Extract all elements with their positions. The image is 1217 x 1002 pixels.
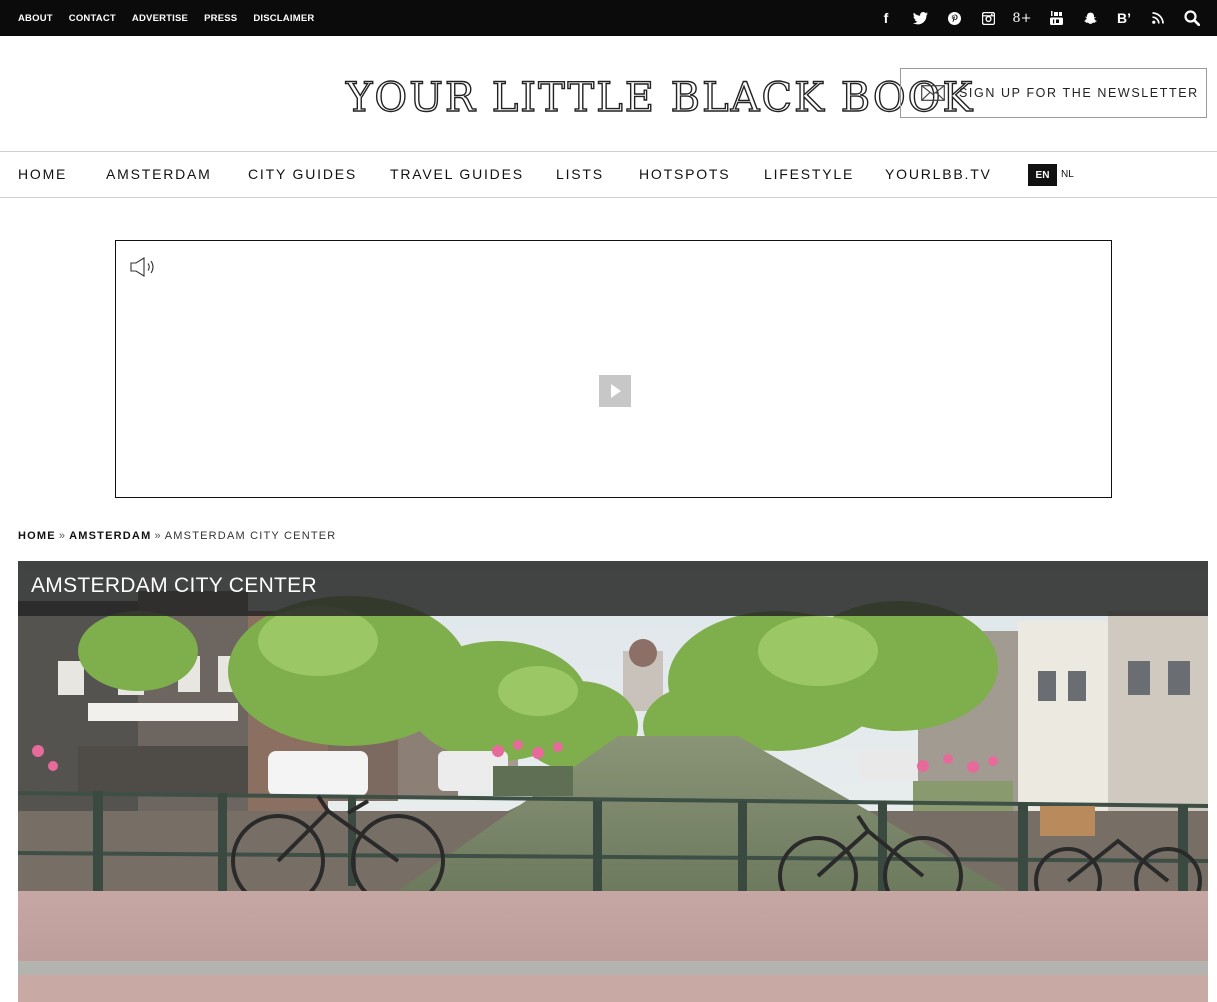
top-bar: ABOUT CONTACT ADVERTISE PRESS DISCLAIMER… [0, 0, 1217, 36]
breadcrumb: HOME» AMSTERDAM» AMSTERDAM CITY CENTER [18, 530, 336, 542]
language-en-button[interactable]: EN [1028, 164, 1057, 186]
instagram-icon[interactable] [971, 0, 1005, 36]
newsletter-button[interactable]: SIGN UP FOR THE NEWSLETTER [900, 68, 1207, 118]
nav-item-lifestyle[interactable]: LIFESTYLE [764, 152, 854, 197]
about-link[interactable]: ABOUT [18, 13, 53, 24]
twitter-icon[interactable] [903, 0, 937, 36]
pinterest-icon[interactable] [937, 0, 971, 36]
google-plus-glyph: 8+ [1012, 10, 1032, 26]
main-nav: HOME AMSTERDAM CITY GUIDES TRAVEL GUIDES… [0, 151, 1217, 198]
site-logo[interactable]: YOUR LITTLE BLACK BOOK [345, 75, 973, 120]
envelope-icon [921, 85, 945, 101]
nav-item-yourlbb-tv[interactable]: YOURLBB.TV [885, 152, 992, 197]
nav-item-hotspots[interactable]: HOTSPOTS [639, 152, 730, 197]
breadcrumb-amsterdam[interactable]: AMSTERDAM [69, 530, 151, 542]
nav-item-travel-guides[interactable]: TRAVEL GUIDES [390, 152, 524, 197]
nav-item-city-guides[interactable]: CITY GUIDES [248, 152, 357, 197]
language-nl-link[interactable]: NL [1061, 164, 1074, 186]
breadcrumb-home[interactable]: HOME [18, 530, 56, 542]
play-button[interactable] [599, 375, 631, 407]
contact-link[interactable]: CONTACT [69, 13, 116, 24]
disclaimer-link[interactable]: DISCLAIMER [253, 13, 314, 24]
page-title: AMSTERDAM CITY CENTER [31, 574, 317, 597]
nav-item-home[interactable]: HOME [18, 152, 67, 197]
breadcrumb-current: AMSTERDAM CITY CENTER [164, 530, 337, 542]
video-player[interactable] [115, 240, 1112, 498]
breadcrumb-separator: » [154, 530, 162, 542]
snapchat-icon[interactable] [1073, 0, 1107, 36]
bloglovin-glyph: B’ [1117, 10, 1131, 26]
google-plus-icon[interactable]: 8+ [1005, 0, 1039, 36]
rss-icon[interactable] [1141, 0, 1175, 36]
facebook-icon[interactable]: f [869, 0, 903, 36]
youtube-icon[interactable] [1039, 0, 1073, 36]
hero-image: AMSTERDAM CITY CENTER [18, 561, 1208, 1002]
breadcrumb-separator: » [58, 530, 67, 542]
top-links: ABOUT CONTACT ADVERTISE PRESS DISCLAIMER [18, 0, 330, 36]
nav-item-lists[interactable]: LISTS [556, 152, 604, 197]
nav-item-amsterdam[interactable]: AMSTERDAM [106, 152, 212, 197]
canal-photo [18, 561, 1208, 1002]
press-link[interactable]: PRESS [204, 13, 237, 24]
bloglovin-icon[interactable]: B’ [1107, 0, 1141, 36]
search-icon[interactable] [1175, 0, 1209, 36]
advertise-link[interactable]: ADVERTISE [132, 13, 188, 24]
speaker-icon[interactable] [130, 257, 158, 282]
social-icons: f 8+ B’ [869, 0, 1209, 36]
masthead: YOUR LITTLE BLACK BOOK SIGN UP FOR THE N… [0, 36, 1217, 151]
newsletter-label: SIGN UP FOR THE NEWSLETTER [959, 86, 1199, 100]
facebook-glyph: f [883, 10, 889, 26]
